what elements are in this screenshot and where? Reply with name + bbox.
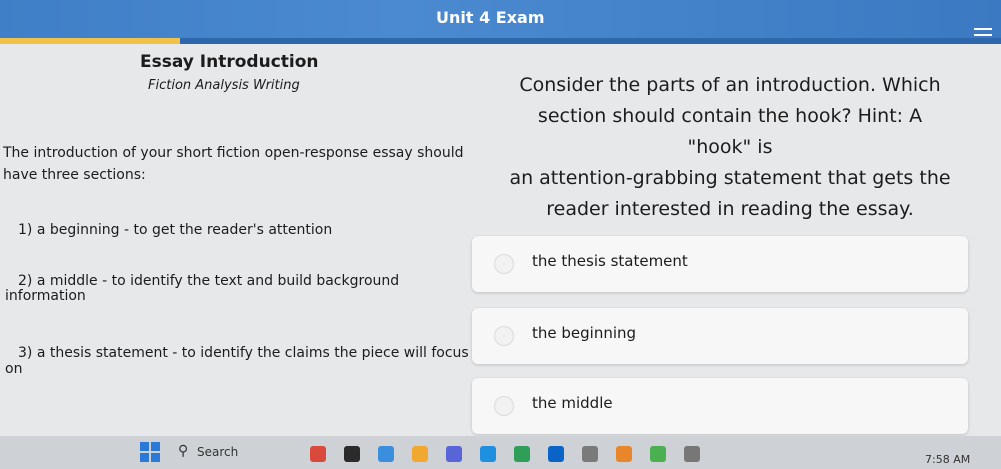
answer-label: the thesis statement xyxy=(532,252,688,270)
app-icon[interactable] xyxy=(582,446,598,462)
list-item: on xyxy=(5,361,23,377)
taskbar: ⚲ Search 7:58 AM xyxy=(0,436,1001,469)
answer-label: the beginning xyxy=(532,324,637,342)
app-icon[interactable] xyxy=(310,446,326,462)
search-placeholder: Search xyxy=(197,445,239,459)
progress-fill xyxy=(0,38,181,44)
answer-label: the middle xyxy=(532,394,613,412)
start-icon[interactable] xyxy=(140,442,160,462)
app-icon[interactable] xyxy=(514,446,530,462)
answer-option[interactable]: the beginning xyxy=(472,308,968,364)
exam-title: Unit 4 Exam xyxy=(436,8,545,27)
passage-text: have three sections: xyxy=(3,167,146,183)
app-icon[interactable] xyxy=(684,446,700,462)
app-icon[interactable] xyxy=(650,446,666,462)
app-icon[interactable] xyxy=(480,446,496,462)
app-icon[interactable] xyxy=(412,446,428,462)
taskbar-search[interactable]: ⚲ Search xyxy=(172,442,292,464)
radio-button[interactable] xyxy=(494,254,514,274)
passage-subtitle: Fiction Analysis Writing xyxy=(148,78,300,93)
question-line: section should contain the hook? Hint: A… xyxy=(537,105,923,158)
search-icon: ⚲ xyxy=(178,443,189,459)
answer-option[interactable]: the thesis statement xyxy=(472,236,968,292)
list-item: information xyxy=(5,288,86,304)
list-item: 1) a beginning - to get the reader's att… xyxy=(18,222,333,238)
exam-header: Unit 4 Exam xyxy=(0,0,1001,44)
question-line: an attention-grabbing statement that get… xyxy=(509,167,951,189)
clock: 7:58 AM xyxy=(925,453,971,466)
app-icon[interactable] xyxy=(548,446,564,462)
question-line: reader interested in reading the essay. xyxy=(546,198,914,220)
list-item: 2) a middle - to identify the text and b… xyxy=(18,273,400,289)
app-icon[interactable] xyxy=(616,446,632,462)
app-icon[interactable] xyxy=(344,446,360,462)
radio-button[interactable] xyxy=(494,326,514,346)
question-text: Consider the parts of an introduction. W… xyxy=(505,70,955,225)
passage-title: Essay Introduction xyxy=(140,52,319,72)
answer-option[interactable]: the middle xyxy=(472,378,968,434)
list-item: 3) a thesis statement - to identify the … xyxy=(18,345,469,361)
app-icon[interactable] xyxy=(378,446,394,462)
progress-bar xyxy=(0,38,1001,44)
app-icon[interactable] xyxy=(446,446,462,462)
question-line: Consider the parts of an introduction. W… xyxy=(519,74,941,96)
passage-text: The introduction of your short fiction o… xyxy=(3,145,464,161)
radio-button[interactable] xyxy=(494,396,514,416)
